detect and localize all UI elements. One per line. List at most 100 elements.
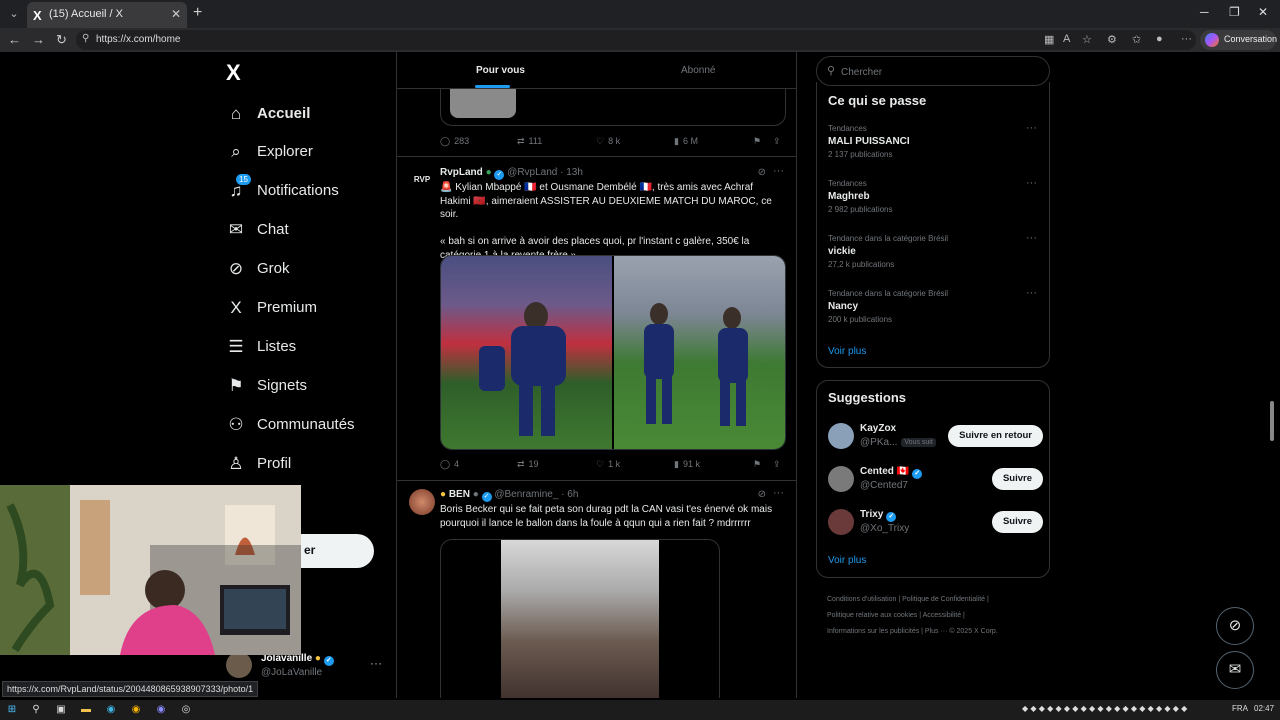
repost-button[interactable]: ⇄ 111 xyxy=(517,136,542,147)
bookmark-button[interactable]: ⚑ xyxy=(753,136,761,147)
views-button[interactable]: ▮ 91 k xyxy=(674,459,700,470)
follow-button[interactable]: Suivre xyxy=(991,511,1043,533)
scrollbar-thumb[interactable] xyxy=(1270,401,1274,441)
avatar[interactable] xyxy=(828,466,854,492)
discord-icon[interactable]: ◉ xyxy=(154,703,168,717)
share-button[interactable]: ⇪ xyxy=(773,459,781,470)
sidebar-item-grok[interactable]: ⊘ Grok xyxy=(226,255,396,285)
like-button[interactable]: ♡ 1 k xyxy=(596,459,620,470)
apps-icon[interactable]: ▦ xyxy=(1044,33,1054,46)
author-handle-time[interactable]: @RvpLand · 13h xyxy=(507,167,583,178)
forward-icon[interactable]: → xyxy=(32,32,45,47)
repost-button[interactable]: ⇄ 19 xyxy=(517,459,539,470)
reply-button[interactable]: ◯ 4 xyxy=(440,459,459,470)
more-icon[interactable]: ··· xyxy=(1026,177,1037,189)
tweet-media[interactable] xyxy=(440,255,786,450)
sidebar-item-listes[interactable]: ☰ Listes xyxy=(226,333,396,363)
video-frame[interactable] xyxy=(501,540,659,698)
follow-button[interactable]: Suivre en retour xyxy=(948,425,1043,447)
read-aloud-icon[interactable]: A xyxy=(1063,33,1070,45)
suggestion-item[interactable]: KayZox @PKa... Vous suit Suivre en retour xyxy=(828,421,1043,453)
favorites-icon[interactable]: ✩ xyxy=(1132,33,1141,46)
trend-item[interactable]: Tendances Maghreb 2 982 publications ··· xyxy=(828,177,1043,214)
system-tray-icons[interactable]: ◆ ◆ ◆ ◆ ◆ ◆ ◆ ◆ ◆ ◆ ◆ ◆ ◆ ◆ ◆ ◆ ◆ ◆ ◆ ◆ xyxy=(1022,704,1187,713)
tab-close-icon[interactable]: ✕ xyxy=(171,7,181,21)
suggestion-name[interactable]: Trixy ✓ xyxy=(860,509,897,522)
avatar[interactable] xyxy=(828,509,854,535)
maximize-icon[interactable]: ❐ xyxy=(1229,5,1240,19)
more-icon[interactable]: ··· xyxy=(773,165,784,177)
sidebar-item-communautés[interactable]: ⚇ Communautés xyxy=(226,411,396,441)
footer-line[interactable]: Conditions d'utilisation | Politique de … xyxy=(827,592,1051,608)
page-scrollbar[interactable] xyxy=(1268,56,1276,696)
trend-item[interactable]: Tendances MALI PUISSANCI 2 137 publication… xyxy=(828,122,1043,159)
tweet-ben[interactable]: ● BEN ● ✓ @Benramine_ · 6h ⊘ ··· Boris B… xyxy=(397,480,796,698)
reload-icon[interactable]: ↻ xyxy=(56,32,67,48)
language-indicator[interactable]: FRA xyxy=(1232,704,1248,713)
site-info-icon[interactable]: ⚲ xyxy=(82,33,89,44)
more-icon[interactable]: ··· xyxy=(773,487,784,499)
trends-show-more-link[interactable]: Voir plus xyxy=(828,346,866,357)
address-bar[interactable]: ⚲ https://x.com/home xyxy=(76,30,1196,50)
copilot-button[interactable]: Conversation xyxy=(1200,30,1277,50)
tweet-rvpland[interactable]: RVP RvpLand ● ✓ @RvpLand · 13h ⊘ ··· 🚨 K… xyxy=(397,156,796,480)
like-button[interactable]: ♡ 8 k xyxy=(596,136,620,147)
previous-tweet-media[interactable] xyxy=(440,88,786,126)
close-window-icon[interactable]: ✕ xyxy=(1258,5,1268,19)
footer-line[interactable]: Informations sur les publicités | Plus ·… xyxy=(827,624,1051,640)
suggestion-item[interactable]: Trixy ✓ @Xo_Trixy Suivre xyxy=(828,507,1043,539)
trend-item[interactable]: Tendance dans la catégorie Brésil Nancy 20… xyxy=(828,287,1043,324)
url-text[interactable]: https://x.com/home xyxy=(96,34,180,45)
edge-icon[interactable]: ◉ xyxy=(104,703,118,717)
author-name[interactable]: RvpLand xyxy=(440,167,483,178)
avatar[interactable] xyxy=(409,489,435,515)
avatar[interactable] xyxy=(828,423,854,449)
more-icon[interactable]: ··· xyxy=(370,656,382,670)
profile-avatar-icon[interactable]: ● xyxy=(1156,33,1163,45)
photo-1[interactable] xyxy=(441,256,612,449)
tweet-video[interactable] xyxy=(440,539,720,698)
more-icon[interactable]: ··· xyxy=(1026,232,1037,244)
footer-line[interactable]: Politique relative aux cookies | Accessi… xyxy=(827,608,1051,624)
grok-fab-icon[interactable]: ⊘ xyxy=(1216,607,1254,645)
suggestion-name[interactable]: KayZox xyxy=(860,423,896,434)
browser-tab[interactable]: X (15) Accueil / X ✕ xyxy=(27,2,187,28)
tab-list-button[interactable]: ⌄ xyxy=(4,4,24,24)
views-button[interactable]: ▮ 6 M xyxy=(674,136,698,147)
sidebar-item-premium[interactable]: X Premium xyxy=(226,294,396,324)
sidebar-item-signets[interactable]: ⚑ Signets xyxy=(226,372,396,402)
media-thumbnail[interactable] xyxy=(450,88,516,118)
sidebar-item-accueil[interactable]: ⌂ Accueil xyxy=(226,100,396,130)
new-tab-icon[interactable]: + xyxy=(193,4,202,22)
x-logo-icon[interactable]: X xyxy=(226,60,241,86)
chrome-icon[interactable]: ◉ xyxy=(129,703,143,717)
file-explorer-icon[interactable]: ▬ xyxy=(79,703,93,717)
suggestions-show-more-link[interactable]: Voir plus xyxy=(828,555,866,566)
author-handle-time[interactable]: @Benramine_ · 6h xyxy=(494,489,578,500)
suggestion-item[interactable]: Cented 🇨🇦 ✓ @Cented7 Suivre xyxy=(828,464,1043,496)
favorite-star-icon[interactable]: ☆ xyxy=(1082,33,1092,46)
sidebar-item-chat[interactable]: ✉ Chat xyxy=(226,216,396,246)
more-icon[interactable]: ··· xyxy=(1026,122,1037,134)
app-icon[interactable]: ◎ xyxy=(179,703,193,717)
grok-icon[interactable]: ⊘ xyxy=(758,489,766,500)
photo-2[interactable] xyxy=(614,256,785,449)
author-name[interactable]: BEN xyxy=(449,489,470,500)
share-button[interactable]: ⇪ xyxy=(773,136,781,147)
more-menu-icon[interactable]: ··· xyxy=(1181,33,1192,45)
follow-button[interactable]: Suivre xyxy=(991,468,1043,490)
avatar[interactable]: RVP xyxy=(409,167,435,193)
clock[interactable]: 02:47 xyxy=(1254,704,1274,713)
tab-following[interactable]: Abonné xyxy=(681,65,715,76)
task-view-icon[interactable]: ▣ xyxy=(54,703,68,717)
bookmark-button[interactable]: ⚑ xyxy=(753,459,761,470)
sidebar-item-explorer[interactable]: ⌕ Explorer xyxy=(226,138,396,168)
suggestion-name[interactable]: Cented 🇨🇦 ✓ xyxy=(860,466,923,479)
minimize-icon[interactable]: ─ xyxy=(1200,5,1209,19)
sidebar-item-notifications[interactable]: ♫ 15 Notifications xyxy=(226,174,396,207)
reply-button[interactable]: ◯ 283 xyxy=(440,136,469,147)
search-icon[interactable]: ⚲ xyxy=(29,703,43,717)
back-icon[interactable]: ← xyxy=(8,32,21,47)
more-icon[interactable]: ··· xyxy=(1026,287,1037,299)
tab-for-you[interactable]: Pour vous xyxy=(476,65,525,76)
